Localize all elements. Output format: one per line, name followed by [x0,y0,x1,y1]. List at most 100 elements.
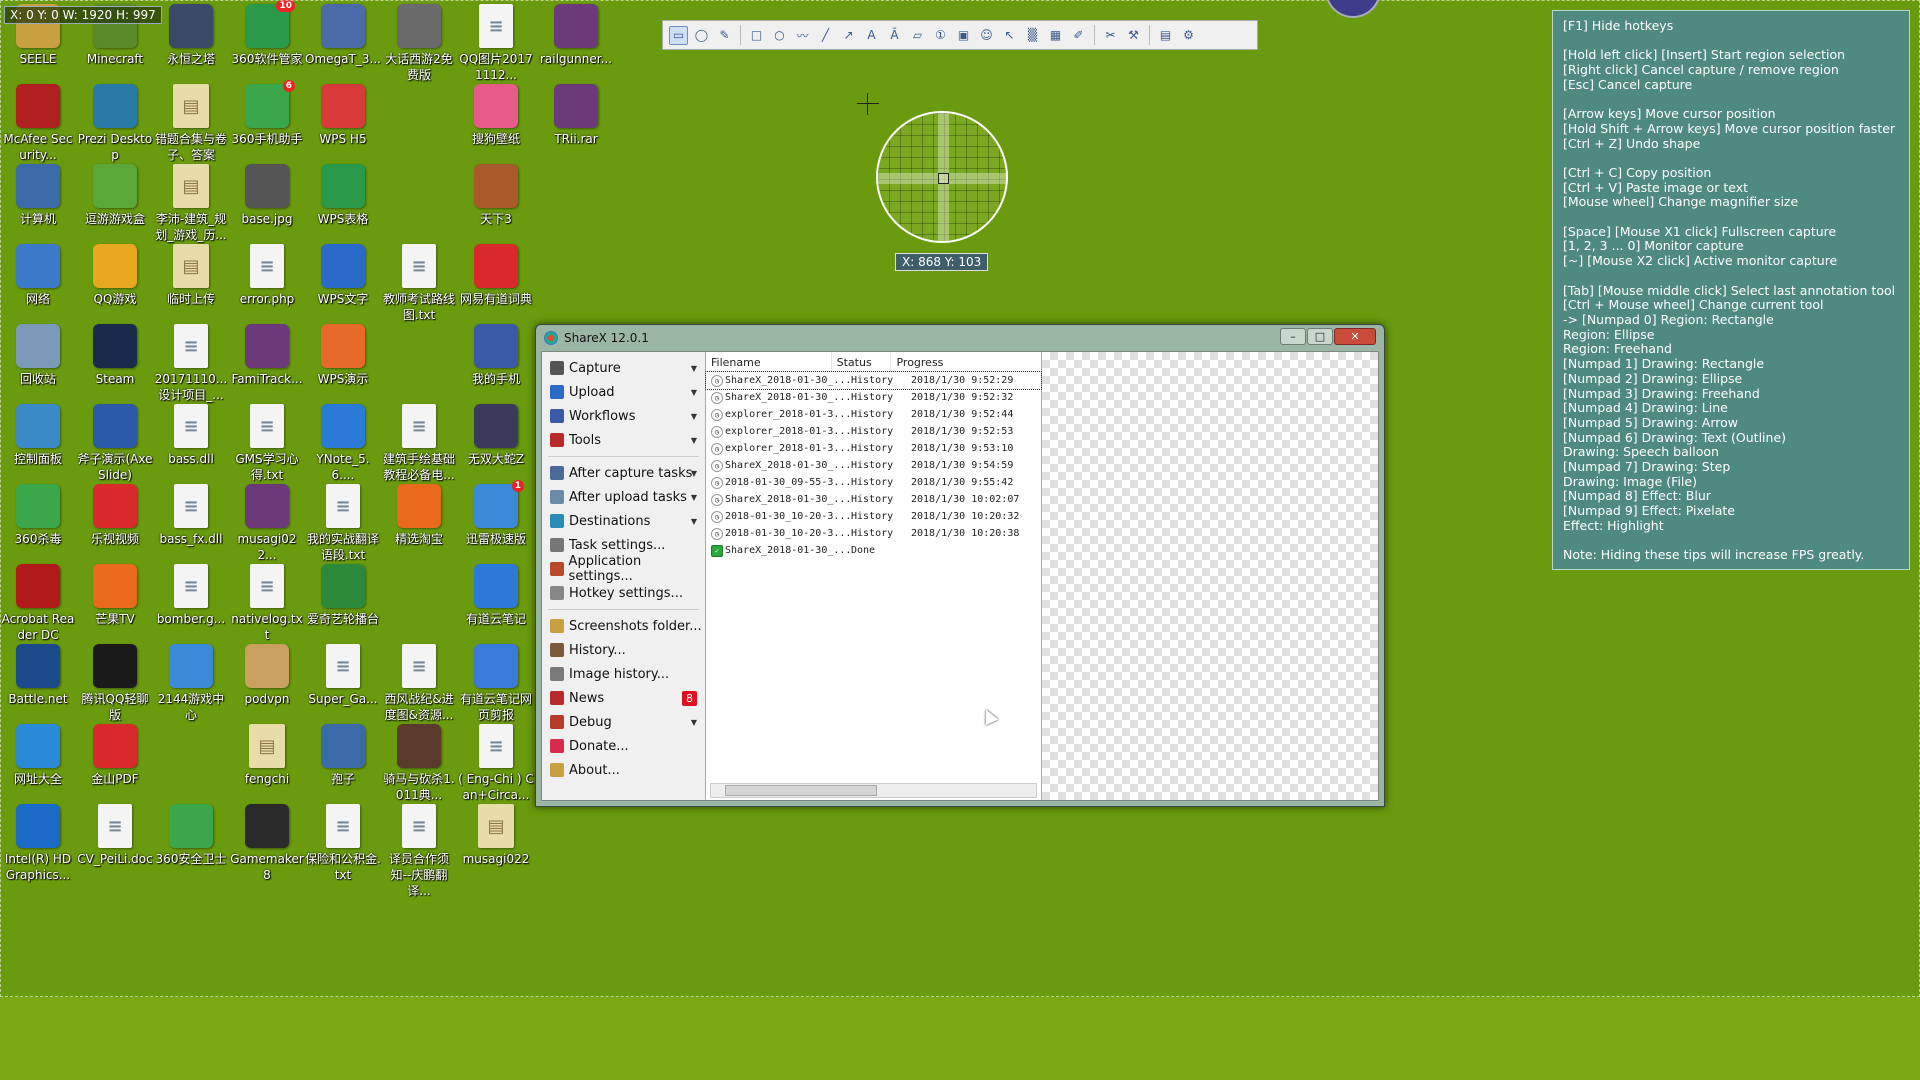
desktop-icon[interactable]: ≡ 译员合作须知--庆鹏翻译... [381,804,457,899]
desktop-icon[interactable]: 网络 [0,244,76,307]
desktop-icon[interactable]: 计算机 [0,164,76,227]
step-icon[interactable]: ① [931,26,950,45]
desktop-icon[interactable]: ▤ musagi022 [458,804,534,867]
desktop-icon[interactable]: ≡ error.php [229,244,305,307]
desktop-icon[interactable]: 芒果TV [77,564,153,627]
menu-item-after-capture-tasks[interactable]: After capture tasks ▼ [542,461,705,485]
sticker-icon[interactable]: ☺ [977,26,996,45]
highlight-icon[interactable]: ✐ [1069,26,1088,45]
menu-item-screenshots-folder[interactable]: Screenshots folder... [542,614,705,638]
desktop-icon[interactable]: WPS文字 [305,244,381,307]
desktop-icon[interactable]: 网易有道词典 [458,244,534,307]
scrollbar-thumb[interactable] [725,785,877,796]
sharex-titlebar[interactable]: ShareX 12.0.1 [536,325,1384,351]
desktop-icon[interactable]: ≡ 教师考试路线图.txt [381,244,457,323]
desktop-icon[interactable]: WPS表格 [305,164,381,227]
pixelate-icon[interactable]: ▦ [1046,26,1065,45]
maximize-button[interactable]: □ [1307,328,1333,345]
desktop-icon[interactable]: 360安全卫士 [153,804,229,867]
desktop-icon[interactable]: podvpn [229,644,305,707]
desktop-icon[interactable]: ▤ 错题合集与卷子、答案 [153,84,229,163]
desktop-icon[interactable]: WPS H5 [305,84,381,147]
menu-item-workflows[interactable]: Workflows ▼ [542,404,705,428]
menu-item-upload[interactable]: Upload ▼ [542,380,705,404]
desktop-icon[interactable]: Battle.net [0,644,76,707]
desktop-icon[interactable]: 2144游戏中心 [153,644,229,723]
table-row[interactable]: ◷ 2018-01-30_10-20-3... History 2018/1/30 1… [706,525,1041,542]
menu-item-after-upload-tasks[interactable]: After upload tasks ▼ [542,485,705,509]
menu-item-image-history[interactable]: Image history... [542,662,705,686]
menu-item-tools[interactable]: Tools ▼ [542,428,705,452]
desktop-icon[interactable]: 360杀毒 [0,484,76,547]
desktop-icon[interactable]: ≡ 建筑手绘基础教程必备电... [381,404,457,483]
arrow-icon[interactable]: ↗ [839,26,858,45]
desktop-icon[interactable]: 大话西游2免费版 [381,4,457,83]
desktop-icon[interactable]: ≡ Super_Ga... [305,644,381,707]
desktop-icon[interactable]: ▤ fengchi [229,724,305,787]
desktop-icon[interactable]: ≡ 20171110...设计项目_... [153,324,229,403]
capture-menu-icon[interactable]: ▤ [1156,26,1175,45]
desktop-icon[interactable]: musagi022... [229,484,305,563]
desktop-icon[interactable]: 我的手机 [458,324,534,387]
desktop-icon[interactable]: base.jpg [229,164,305,227]
desktop-icon[interactable]: ≡ bomber.g... [153,564,229,627]
desktop-icon[interactable]: 斧子演示(AxeSlide) [77,404,153,483]
desktop-icon[interactable]: 天下3 [458,164,534,227]
desktop-icon[interactable]: 1 迅雷极速版 [458,480,534,547]
desktop-icon[interactable]: Prezi Desktop [77,84,153,163]
table-row[interactable]: ◷ 2018-01-30_10-20-3... History 2018/1/30 1… [706,508,1041,525]
sharex-window[interactable]: ShareX 12.0.1 – □ ✕ Capture ▼ Upload ▼ Workf… [535,324,1385,807]
desktop-icon[interactable]: ≡ GMS学习心得.txt [229,404,305,483]
desktop-icon[interactable]: OmegaT_3... [305,4,381,67]
table-row[interactable]: ◷ explorer_2018-01-3... History 2018/1/30 9… [706,406,1041,423]
close-button[interactable]: ✕ [1334,328,1376,345]
desktop-icon[interactable]: 网址大全 [0,724,76,787]
desktop-icon[interactable]: 骑马与砍杀1.011典... [381,724,457,803]
desktop-icon[interactable]: 搜狗壁纸 [458,84,534,147]
desktop-icon[interactable]: TRii.rar [538,84,614,147]
desktop-icon[interactable]: 精选淘宝 [381,484,457,547]
table-row[interactable]: ◷ explorer_2018-01-3... History 2018/1/30 9… [706,423,1041,440]
freehand-icon[interactable]: 〰 [793,26,812,45]
table-row[interactable]: ◷ ShareX_2018-01-30_... History 2018/1/30 9… [705,371,1042,390]
desktop-icon[interactable]: 孢子 [305,724,381,787]
text-outline-icon[interactable]: A [862,26,881,45]
settings-icon[interactable]: ⚙ [1179,26,1198,45]
menu-item-capture[interactable]: Capture ▼ [542,356,705,380]
desktop-icon[interactable]: QQ游戏 [77,244,153,307]
desktop-icon[interactable]: WPS演示 [305,324,381,387]
desktop-icon[interactable]: ▤ 临时上传 [153,244,229,307]
region-freehand-icon[interactable]: ✎ [715,26,734,45]
desktop-icon[interactable]: 永恒之塔 [153,4,229,67]
desktop-icon[interactable]: ▤ 李沛-建筑_规划_游戏_历... [153,164,229,243]
desktop-icon[interactable]: McAfee Security... [0,84,76,163]
desktop-icon[interactable]: Steam [77,324,153,387]
desktop-icon[interactable]: Gamemaker 8 [229,804,305,883]
desktop-icon[interactable]: 10 360软件管家 [229,0,305,67]
menu-item-donate[interactable]: Donate... [542,734,705,758]
desktop-icon[interactable]: railgunner... [538,4,614,67]
desktop-icon[interactable]: ≡ bass.dll [153,404,229,467]
menu-item-debug[interactable]: Debug ▼ [542,710,705,734]
desktop-icon[interactable]: YNote_5.6.... [305,404,381,483]
speech-balloon-icon[interactable]: ▱ [908,26,927,45]
menu-item-about[interactable]: About... [542,758,705,782]
cursor-icon[interactable]: ↖ [1000,26,1019,45]
minimize-button[interactable]: – [1280,328,1306,345]
region-ellipse-icon[interactable]: ◯ [692,26,711,45]
table-row[interactable]: ◷ ShareX_2018-01-30_... History 2018/1/30 9… [706,389,1041,406]
desktop-icon[interactable]: 腾讯QQ轻聊版 [77,644,153,723]
desktop-icon[interactable]: ≡ bass_fx.dll [153,484,229,547]
horizontal-scrollbar[interactable] [710,783,1037,798]
desktop-icon[interactable]: ≡ nativelog.txt [229,564,305,643]
desktop-icon[interactable]: ≡ 我的实战翻译语段.txt [305,484,381,563]
table-row[interactable]: ◷ ShareX_2018-01-30_... History 2018/1/30 1… [706,491,1041,508]
table-row[interactable]: ✓ ShareX_2018-01-30_... Done [706,542,1041,559]
desktop-icon[interactable]: 金山PDF [77,724,153,787]
column-status[interactable]: Status [832,352,892,371]
menu-item-news[interactable]: News 8 [542,686,705,710]
desktop-icon[interactable]: ≡ 保险和公积金.txt [305,804,381,883]
desktop-icon[interactable]: 乐视视频 [77,484,153,547]
text-background-icon[interactable]: Ā [885,26,904,45]
desktop-icon[interactable]: 控制面板 [0,404,76,467]
